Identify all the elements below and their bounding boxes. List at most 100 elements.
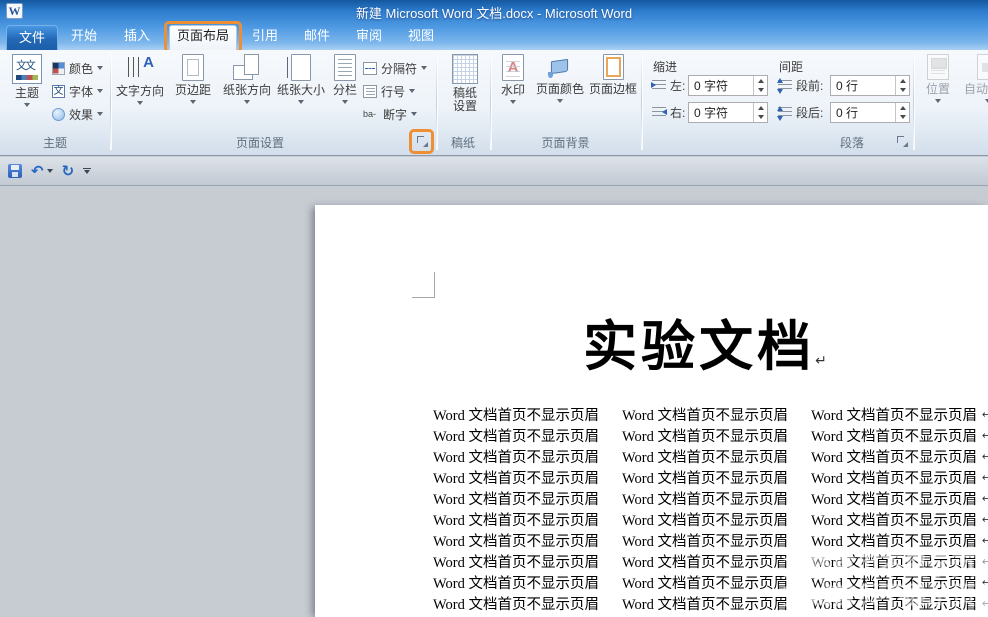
indent-right-spinner[interactable] <box>753 103 767 122</box>
indent-left-input[interactable]: 0 字符 <box>688 75 768 96</box>
manuscript-setup-label-2: 设置 <box>453 100 477 113</box>
tab-review[interactable]: 审阅 <box>356 22 382 50</box>
indent-left-label: 左: <box>670 77 685 94</box>
theme-fonts-button[interactable]: 文 字体 <box>52 80 103 102</box>
body-line[interactable]: Word 文档首页不显示页眉Word 文档首页不显示页眉Word 文档首页不显示… <box>433 530 977 551</box>
wrap-text-label: 自动换行 <box>964 83 988 96</box>
indent-left-row: 左: <box>652 77 685 94</box>
tab-mailings[interactable]: 邮件 <box>304 22 330 50</box>
undo-button[interactable]: ↶ <box>31 164 53 178</box>
spacing-after-input[interactable]: 0 行 <box>830 102 910 123</box>
customize-qat-button[interactable] <box>83 168 91 175</box>
body-line[interactable]: Word 文档首页不显示页眉Word 文档首页不显示页眉Word 文档首页不显示… <box>433 593 977 614</box>
page-setup-dialog-launcher[interactable] <box>417 136 428 147</box>
theme-colors-label: 颜色 <box>69 60 93 77</box>
margins-label: 页边距 <box>175 84 211 97</box>
columns-button[interactable]: 分栏 <box>330 54 360 130</box>
save-icon[interactable] <box>8 164 22 178</box>
body-text: Word 文档首页不显示页眉 <box>433 572 599 593</box>
body-text: Word 文档首页不显示页眉 <box>433 488 599 509</box>
body-line[interactable]: Word 文档首页不显示页眉Word 文档首页不显示页眉Word 文档首页不显示… <box>433 446 977 467</box>
paper-size-button[interactable]: 纸张大小 <box>273 54 329 130</box>
tab-insert[interactable]: 插入 <box>124 22 150 50</box>
dropdown-arrow-icon <box>510 100 516 104</box>
indent-left-spinner[interactable] <box>753 76 767 95</box>
body-text: Word 文档首页不显示页眉 <box>433 446 599 467</box>
body-text: Word 文档首页不显示页眉 <box>811 446 977 467</box>
document-page[interactable]: 实验文档↵ Word 文档首页不显示页眉Word 文档首页不显示页眉Word 文… <box>315 205 988 617</box>
indent-left-icon <box>652 80 666 91</box>
body-line[interactable]: Word 文档首页不显示页眉Word 文档首页不显示页眉Word 文档首页不显示… <box>433 509 977 530</box>
text-direction-button[interactable]: A 文字方向 <box>112 54 168 130</box>
body-line[interactable]: Word 文档首页不显示页眉Word 文档首页不显示页眉Word 文档首页不显示… <box>433 404 977 425</box>
body-line[interactable]: Word 文档首页不显示页眉Word 文档首页不显示页眉Word 文档首页不显示… <box>433 467 977 488</box>
margins-icon <box>182 54 204 81</box>
themes-button[interactable]: 文文 主题 <box>5 54 49 130</box>
body-line[interactable]: Word 文档首页不显示页眉Word 文档首页不显示页眉Word 文档首页不显示… <box>433 572 977 593</box>
dropdown-arrow-icon[interactable] <box>47 169 53 173</box>
body-text: Word 文档首页不显示页眉 <box>433 467 599 488</box>
dropdown-arrow-icon <box>190 100 196 104</box>
theme-effects-button[interactable]: 效果 <box>52 103 103 125</box>
line-numbers-button[interactable]: 行号 <box>363 80 415 102</box>
orientation-button[interactable]: 纸张方向 <box>219 54 275 130</box>
indent-right-label: 右: <box>670 104 685 121</box>
dropdown-arrow-icon <box>97 66 103 70</box>
page-borders-button[interactable]: 页面边框 <box>588 54 638 130</box>
paragraph-dialog-launcher[interactable] <box>897 136 908 147</box>
indent-left-value: 0 字符 <box>694 77 728 94</box>
word-window: W 新建 Microsoft Word 文档.docx - Microsoft … <box>0 0 988 617</box>
tab-home[interactable]: 开始 <box>71 22 97 50</box>
tab-view[interactable]: 视图 <box>408 22 434 50</box>
breaks-button[interactable]: 分隔符 <box>363 57 427 79</box>
theme-effects-label: 效果 <box>69 106 93 123</box>
tab-references[interactable]: 引用 <box>252 22 278 50</box>
paragraph-mark: ↵ <box>982 450 988 463</box>
manuscript-setup-button[interactable]: 稿纸 设置 <box>442 54 488 130</box>
body-line[interactable]: Word 文档首页不显示页眉Word 文档首页不显示页眉Word 文档首页不显示… <box>433 551 977 572</box>
position-button[interactable]: 位置 <box>919 54 957 130</box>
dropdown-arrow-icon <box>97 112 103 116</box>
body-text: Word 文档首页不显示页眉 <box>433 551 599 572</box>
dropdown-arrow-icon <box>97 89 103 93</box>
theme-effects-icon <box>52 108 65 121</box>
margins-button[interactable]: 页边距 <box>169 54 217 130</box>
group-label-themes: 主题 <box>0 134 110 150</box>
body-lines: Word 文档首页不显示页眉Word 文档首页不显示页眉Word 文档首页不显示… <box>433 404 988 614</box>
themes-label: 主题 <box>15 87 39 100</box>
spacing-before-input[interactable]: 0 行 <box>830 75 910 96</box>
paragraph-mark: ↵ <box>982 576 988 589</box>
orientation-icon <box>233 54 261 81</box>
page-color-icon <box>548 54 572 80</box>
indent-right-input[interactable]: 0 字符 <box>688 102 768 123</box>
watermark-icon <box>502 54 524 81</box>
watermark-button[interactable]: 水印 <box>494 54 532 130</box>
document-title[interactable]: 实验文档↵ <box>433 315 977 393</box>
spacing-before-spinner[interactable] <box>895 76 909 95</box>
body-text: Word 文档首页不显示页眉 <box>811 404 977 425</box>
wrap-text-button[interactable]: 自动换行 <box>960 54 988 130</box>
paragraph-mark: ↵ <box>982 513 988 526</box>
body-line[interactable]: Word 文档首页不显示页眉Word 文档首页不显示页眉Word 文档首页不显示… <box>433 488 977 509</box>
indent-right-row: 右: <box>652 104 685 121</box>
body-line[interactable]: Word 文档首页不显示页眉Word 文档首页不显示页眉Word 文档首页不显示… <box>433 425 977 446</box>
orientation-label: 纸张方向 <box>223 84 271 97</box>
page-color-button[interactable]: 页面颜色 <box>533 54 587 130</box>
ribbon: 文文 主题 颜色 文 字体 效果 主题 A 文字方向 页边距 <box>0 50 988 156</box>
tab-page-layout[interactable]: 页面布局 <box>177 22 229 50</box>
theme-colors-button[interactable]: 颜色 <box>52 57 103 79</box>
paragraph-mark: ↵ <box>982 408 988 421</box>
body-text: Word 文档首页不显示页眉 <box>622 404 788 425</box>
paragraph-mark: ↵ <box>982 471 988 484</box>
paragraph-mark: ↵ <box>982 429 988 442</box>
line-numbers-icon <box>363 85 377 98</box>
paragraph-mark: ↵ <box>982 597 988 610</box>
tab-file[interactable]: 文件 <box>6 25 58 50</box>
hyphenation-icon: ba- <box>363 109 379 119</box>
repeat-icon[interactable]: ↻ <box>62 164 75 178</box>
spacing-after-spinner[interactable] <box>895 103 909 122</box>
hyphenation-button[interactable]: ba- 断字 <box>363 103 417 125</box>
spacing-after-label: 段后: <box>796 104 823 121</box>
group-label-page-setup: 页面设置 <box>110 134 410 150</box>
body-text: Word 文档首页不显示页眉 <box>811 530 977 551</box>
